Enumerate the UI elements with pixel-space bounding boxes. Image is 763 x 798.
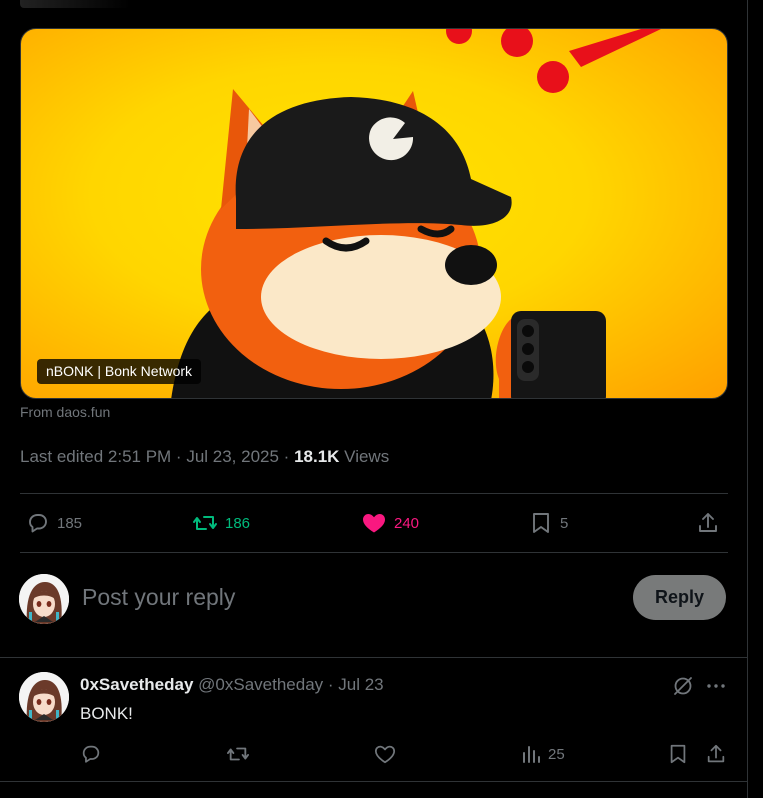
reply-input[interactable]: Post your reply [82,584,235,611]
bookmark-action[interactable] [667,742,689,766]
reply-icon [29,514,47,533]
previous-content-edge [20,0,130,8]
bookmark-icon [533,513,549,533]
reply-icon [82,745,100,763]
reply-action[interactable]: 185 [26,494,82,552]
bookmark-action[interactable]: 5 [529,494,568,552]
divider [0,657,747,658]
grok-icon[interactable] [672,675,694,697]
share-action[interactable] [705,742,727,766]
bookmark-count: 5 [560,514,569,532]
divider [0,781,747,782]
like-action[interactable] [373,742,397,766]
separator: · [323,675,339,694]
reply-action[interactable] [80,742,102,766]
shiba-dog-illustration [171,29,661,398]
repost-icon [227,747,249,761]
share-icon [707,744,725,763]
reply-header: 0xSavetheday @0xSavetheday · Jul 23 [80,675,384,695]
post-date[interactable]: Jul 23 [338,675,383,694]
avatar[interactable] [19,672,69,722]
reply-action-bar: 25 [80,742,740,766]
repost-count: 186 [225,514,251,532]
display-name[interactable]: 0xSavetheday [80,675,193,694]
repost-icon [193,516,217,530]
repost-action[interactable] [226,742,250,766]
reply-count: 185 [57,514,83,532]
views-count: 18.1K [294,447,340,466]
repost-action[interactable]: 186 [192,494,250,552]
card-title-label: nBONK | Bonk Network [37,359,202,384]
post-action-bar: 185 186 240 5 [20,494,728,552]
divider [20,552,728,553]
reply-text: BONK! [80,704,133,723]
more-icon[interactable] [706,677,726,695]
views-action[interactable]: 25 [520,742,565,766]
link-card-image[interactable]: nBONK | Bonk Network [20,28,728,399]
like-action[interactable]: 240 [361,494,419,552]
like-count: 240 [394,514,420,532]
card-source[interactable]: From daos.fun [20,404,110,420]
views-icon [523,746,540,763]
bookmark-icon [670,744,686,764]
edited-timestamp[interactable]: Last edited 2:51 PM · Jul 23, 2025 · [20,447,294,466]
anime-avatar-image [19,672,69,722]
heart-icon [363,514,385,533]
post-metadata: Last edited 2:51 PM · Jul 23, 2025 · 18.… [20,447,389,467]
share-icon [699,513,717,532]
reply-button[interactable]: Reply [633,575,726,620]
views-count: 25 [548,745,565,763]
avatar[interactable] [19,574,69,624]
share-action[interactable] [696,494,720,552]
heart-icon [374,745,396,764]
column-border [747,0,748,798]
anime-avatar-image [19,574,69,624]
username-handle[interactable]: @0xSavetheday [198,675,323,694]
views-label: Views [339,447,390,466]
